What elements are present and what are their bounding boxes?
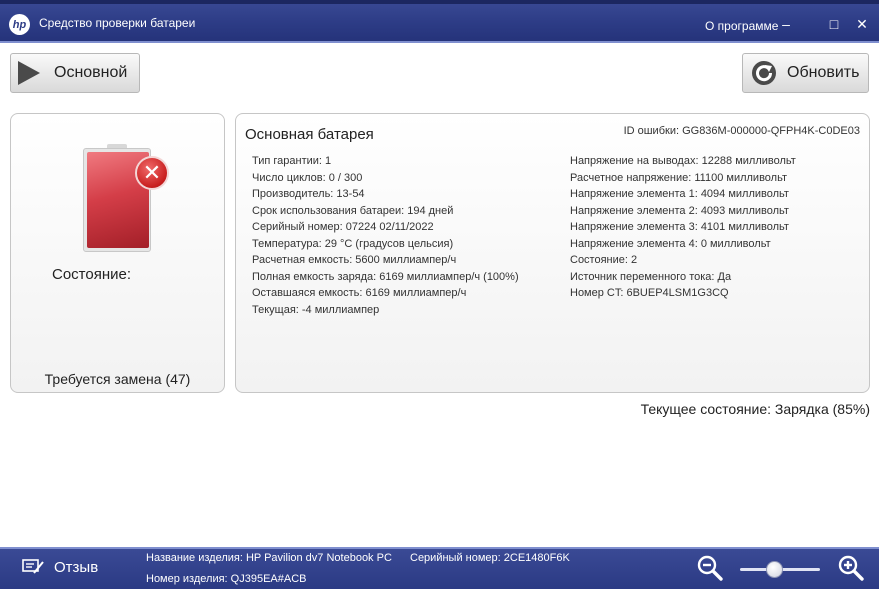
close-button[interactable]: ✕ — [852, 14, 872, 34]
product-number: Номер изделия: QJ395EA#ACB — [146, 573, 307, 585]
about-link[interactable]: О программе — [705, 19, 778, 33]
detail-remaining-capacity: Оставшаяся емкость: 6169 миллиампер/ч — [252, 287, 467, 299]
detail-ct-number: Номер CT: 6BUEP4LSM1G3CQ — [570, 287, 729, 299]
battery-details-panel: Основная батарея ID ошибки: GG836M-00000… — [235, 113, 870, 393]
detail-ac-adapter: Источник переменного тока: Да — [570, 270, 732, 283]
product-name: Название изделия: HP Pavilion dv7 Notebo… — [146, 552, 392, 564]
main-button[interactable]: Основной — [10, 53, 140, 93]
zoom-slider-thumb[interactable] — [766, 561, 783, 578]
battery-status-panel: ✕ Состояние: Требуется замена (47) — [10, 113, 225, 393]
detail-design-capacity: Расчетная емкость: 5600 миллиампер/ч — [252, 254, 457, 266]
hp-logo: hp — [9, 14, 30, 35]
maximize-button[interactable]: □ — [824, 14, 844, 34]
details-left-column: Тип гарантии: 1 Число циклов: 0 / 300 Пр… — [252, 155, 519, 320]
detail-serial-number: Серийный номер: 07224 02/11/2022 — [252, 221, 434, 233]
minimize-button[interactable]: – — [776, 14, 796, 34]
detail-full-charge-capacity: Полная емкость заряда: 6169 миллиампер/ч… — [252, 270, 519, 283]
refresh-button[interactable]: Обновить — [742, 53, 869, 93]
window-title: Средство проверки батареи — [39, 16, 196, 30]
detail-battery-age: Срок использования батареи: 194 дней — [252, 204, 454, 217]
detail-warranty-type: Тип гарантии: 1 — [252, 155, 332, 167]
feedback-button[interactable]: Отзыв — [22, 558, 98, 576]
footer-serial-number: Серийный номер: 2CE1480F6K — [410, 552, 570, 564]
detail-cell-4-voltage: Напряжение элемента 4: 0 милливольт — [570, 237, 771, 250]
detail-manufacturer: Производитель: 13-54 — [252, 188, 365, 200]
panel-title: Основная батарея — [245, 126, 374, 143]
title-bar: hp Средство проверки батареи О программе… — [0, 0, 879, 43]
feedback-icon — [22, 559, 44, 574]
detail-state: Состояние: 2 — [570, 254, 638, 266]
error-id: ID ошибки: GG836M-000000-QFPH4K-C0DE03 — [623, 125, 860, 137]
status-label: Состояние: — [52, 266, 132, 283]
detail-design-voltage: Расчетное напряжение: 11100 милливольт — [570, 171, 788, 184]
feedback-label: Отзыв — [54, 558, 99, 576]
battery-icon: ✕ — [83, 144, 169, 252]
main-button-label: Основной — [54, 64, 128, 81]
detail-cell-3-voltage: Напряжение элемента 3: 4101 милливольт — [570, 221, 789, 233]
current-charge-state: Текущее состояние: Зарядка (85%) — [640, 401, 870, 417]
detail-cell-1-voltage: Напряжение элемента 1: 4094 милливольт — [570, 188, 789, 200]
refresh-button-label: Обновить — [787, 64, 860, 81]
zoom-out-icon[interactable] — [697, 555, 723, 581]
title-bar-strip — [0, 0, 879, 4]
footer-bar: Отзыв Название изделия: HP Pavilion dv7 … — [0, 547, 879, 589]
detail-terminal-voltage: Напряжение на выводах: 12288 милливольт — [570, 155, 796, 167]
detail-current: Текущая: -4 миллиампер — [252, 303, 380, 316]
zoom-in-icon[interactable] — [838, 555, 864, 581]
detail-cell-2-voltage: Напряжение элемента 2: 4093 милливольт — [570, 204, 789, 217]
play-icon — [18, 61, 40, 85]
detail-cycle-count: Число циклов: 0 / 300 — [252, 171, 363, 184]
replacement-status: Требуется замена (47) — [44, 371, 191, 387]
error-x-icon: ✕ — [135, 156, 169, 190]
refresh-icon — [752, 61, 776, 85]
details-right-column: Напряжение на выводах: 12288 милливольт … — [570, 155, 796, 304]
detail-temperature: Температура: 29 °C (градусов цельсия) — [252, 237, 454, 250]
